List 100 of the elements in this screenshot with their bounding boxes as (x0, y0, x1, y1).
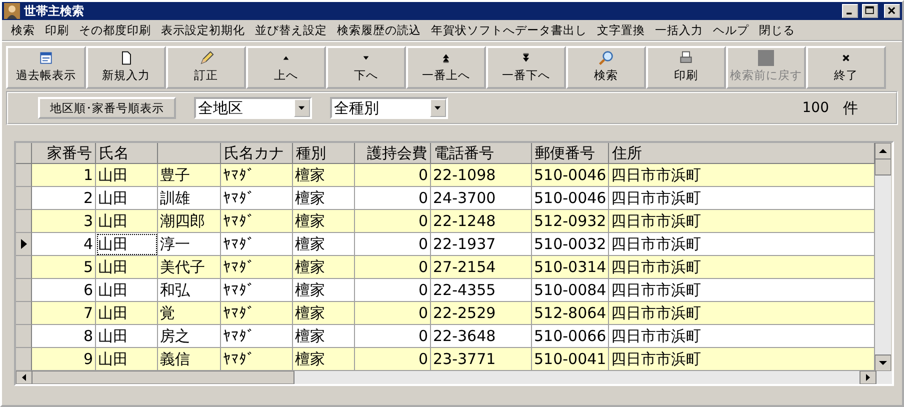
table-cell: 山田 (96, 348, 158, 371)
column-header[interactable]: 電話番号 (431, 143, 532, 164)
window-title: 世帯主検索 (24, 2, 85, 20)
table-cell: 0 (355, 187, 431, 210)
table-cell: ﾔﾏﾀﾞ (221, 279, 293, 302)
table-cell: 0 (355, 210, 431, 233)
table-cell: 檀家 (293, 279, 355, 302)
menu-item[interactable]: 検索 (6, 22, 40, 38)
table-cell: 山田 (96, 279, 158, 302)
blank-icon (757, 50, 775, 66)
toolbar-button[interactable]: 新規入力 (86, 46, 166, 89)
table-cell: 房之 (158, 325, 221, 348)
column-header[interactable]: 郵便番号 (532, 143, 609, 164)
toolbar-button[interactable]: 訂正 (166, 46, 246, 89)
table-cell: ﾔﾏﾀﾞ (221, 164, 293, 187)
toolbar-button[interactable]: 一番下へ (486, 46, 566, 89)
table-cell: 四日市市浜町 (609, 210, 875, 233)
table-cell: 0 (355, 325, 431, 348)
menu-item[interactable]: 年賀状ソフトへデータ書出し (426, 22, 592, 38)
toolbar-button[interactable]: 終了 (806, 46, 886, 89)
table-cell: 0 (355, 164, 431, 187)
toolbar-button[interactable]: 下へ (326, 46, 406, 89)
table-cell: 山田 (96, 256, 158, 279)
table-cell: 512-8064 (532, 302, 609, 325)
column-header[interactable]: 種別 (293, 143, 355, 164)
table-cell: 覚 (158, 302, 221, 325)
menu-item[interactable]: 一括入力 (650, 22, 708, 38)
menu-item[interactable]: 印刷 (40, 22, 74, 38)
column-header[interactable]: 氏名カナ (221, 143, 293, 164)
table-cell: 山田 (96, 187, 158, 210)
table-cell: 22-4355 (431, 279, 532, 302)
table-cell: 檀家 (293, 302, 355, 325)
table-cell: 義信 (158, 348, 221, 371)
table-cell: 510-0032 (532, 233, 609, 256)
table-cell: 0 (355, 233, 431, 256)
table-cell: 9 (32, 348, 96, 371)
table-cell: 四日市市浜町 (609, 233, 875, 256)
calendar-icon (37, 50, 55, 66)
horizontal-scrollbar[interactable] (16, 371, 892, 384)
table-cell: 四日市市浜町 (609, 256, 875, 279)
table-cell: 訓雄 (158, 187, 221, 210)
table-cell: 510-0046 (532, 164, 609, 187)
table-cell: 1 (32, 164, 96, 187)
table-cell: 0 (355, 302, 431, 325)
order-button[interactable]: 地区順･家番号順表示 (38, 97, 176, 119)
table-cell: 檀家 (293, 348, 355, 371)
table-cell: 檀家 (293, 233, 355, 256)
type-dropdown[interactable]: 全種別 (330, 97, 448, 119)
table-cell: 8 (32, 325, 96, 348)
table-cell: 0 (355, 256, 431, 279)
table-cell: 0 (355, 279, 431, 302)
table-cell: 四日市市浜町 (609, 164, 875, 187)
count-unit: 件 (843, 98, 858, 118)
table-cell: 檀家 (293, 164, 355, 187)
vertical-scrollbar[interactable] (875, 143, 891, 371)
menu-item[interactable]: 検索履歴の読込 (332, 22, 426, 38)
column-header[interactable]: 護持会費 (355, 143, 431, 164)
table-cell: 23-3771 (431, 348, 532, 371)
table-cell: 22-1248 (431, 210, 532, 233)
table-cell: 潮四郎 (158, 210, 221, 233)
minimize-icon[interactable] (842, 4, 858, 18)
app-icon (4, 3, 20, 19)
menu-item[interactable]: その都度印刷 (74, 22, 156, 38)
maximize-icon[interactable] (862, 4, 878, 18)
table-cell: 檀家 (293, 325, 355, 348)
toolbar-button[interactable]: 過去帳表示 (6, 46, 86, 89)
table-cell: ﾔﾏﾀﾞ (221, 325, 293, 348)
table-cell: 檀家 (293, 210, 355, 233)
table-cell: 檀家 (293, 256, 355, 279)
table-cell: 和弘 (158, 279, 221, 302)
toolbar-button[interactable]: 上へ (246, 46, 326, 89)
toolbar-button[interactable]: 印刷 (646, 46, 726, 89)
district-dropdown[interactable]: 全地区 (194, 97, 312, 119)
toolbar-button[interactable]: 検索 (566, 46, 646, 89)
toolbar-button[interactable]: 一番上へ (406, 46, 486, 89)
table-cell: 27-2154 (431, 256, 532, 279)
table-cell: 510-0066 (532, 325, 609, 348)
column-header[interactable]: 氏名 (96, 143, 158, 164)
column-header[interactable]: 家番号 (32, 143, 96, 164)
table-cell: 美代子 (158, 256, 221, 279)
table-cell: 3 (32, 210, 96, 233)
close-icon[interactable] (884, 4, 900, 18)
table-cell: 豊子 (158, 164, 221, 187)
table-cell: ﾔﾏﾀﾞ (221, 233, 293, 256)
menu-item[interactable]: 表示設定初期化 (156, 22, 250, 38)
table-cell: 山田 (96, 233, 158, 256)
menu-item[interactable]: 閉じる (754, 22, 800, 38)
row-header[interactable] (16, 233, 32, 256)
table-cell: 淳一 (158, 233, 221, 256)
table-cell: ﾔﾏﾀﾞ (221, 210, 293, 233)
table-cell: ﾔﾏﾀﾞ (221, 256, 293, 279)
table-cell: 4 (32, 233, 96, 256)
table-cell: 7 (32, 302, 96, 325)
column-header[interactable] (158, 143, 221, 164)
menu-item[interactable]: 文字置換 (592, 22, 650, 38)
table-cell: 512-0932 (532, 210, 609, 233)
menu-item[interactable]: ヘルプ (708, 22, 754, 38)
table-cell: 山田 (96, 164, 158, 187)
menu-item[interactable]: 並び替え設定 (250, 22, 332, 38)
table-cell: 四日市市浜町 (609, 187, 875, 210)
